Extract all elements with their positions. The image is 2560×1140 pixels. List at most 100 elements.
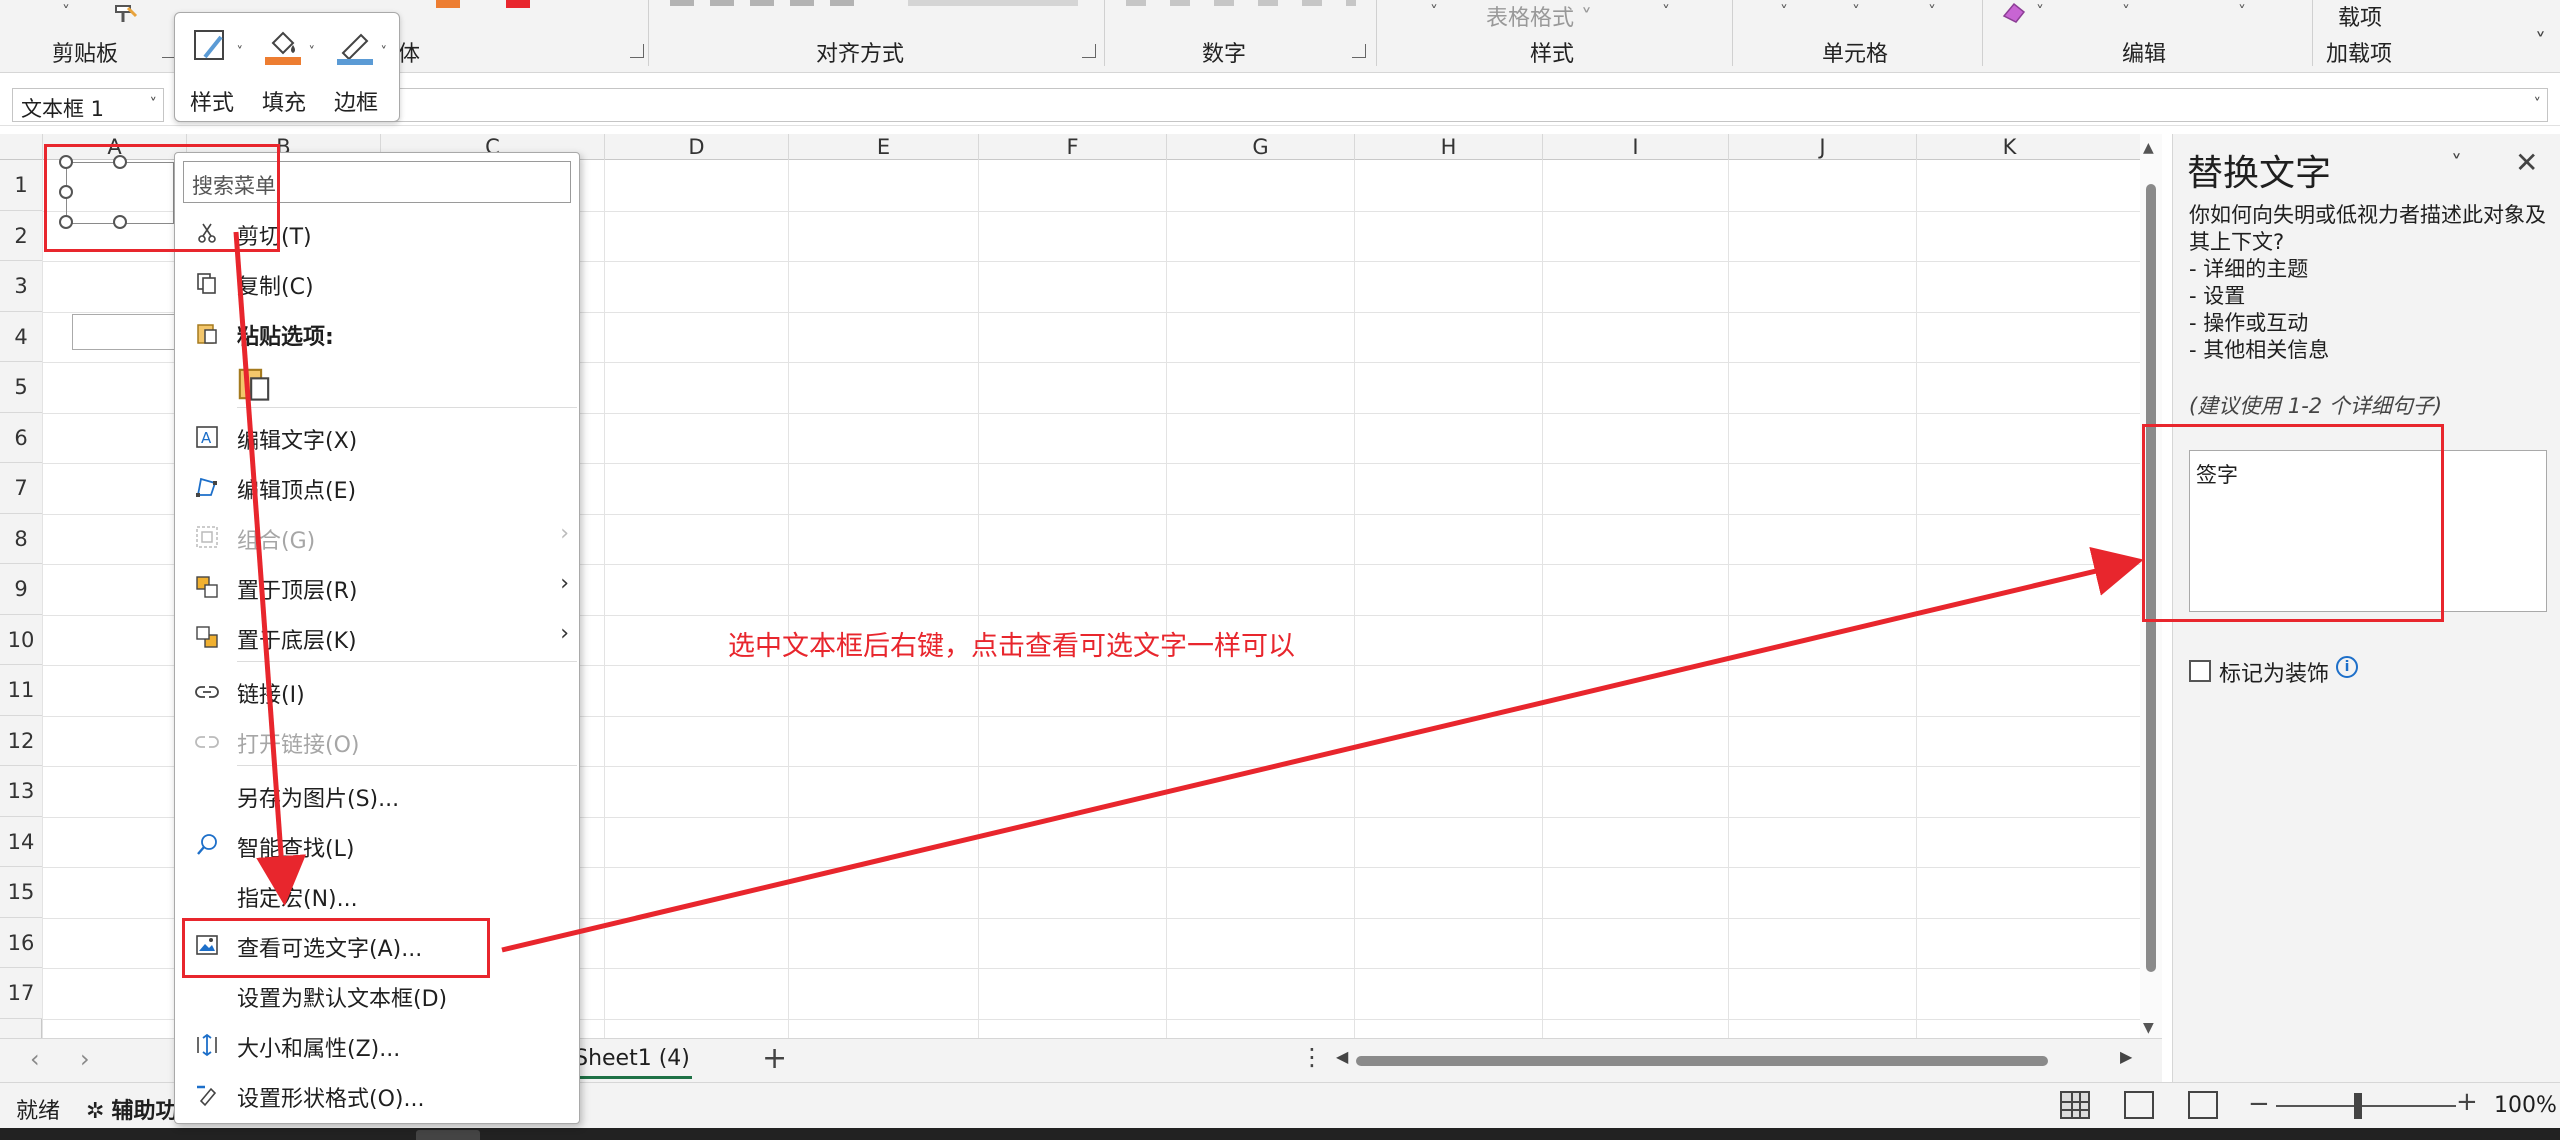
zoom-slider[interactable] <box>2276 1105 2456 1107</box>
close-icon[interactable]: ✕ <box>2515 146 2538 179</box>
row-header-6[interactable]: 6 <box>0 412 42 463</box>
row-header-15[interactable]: 15 <box>0 867 42 918</box>
format-cells-chevron[interactable]: ˅ <box>1928 2 1936 21</box>
menu-item[interactable]: 设置形状格式(O)... <box>175 1075 579 1115</box>
menu-item[interactable]: 设置为默认文本框(D) <box>175 975 579 1015</box>
zoom-out-button[interactable]: − <box>2248 1089 2270 1119</box>
ribbon-separator <box>1376 0 1377 66</box>
column-header-k[interactable]: K <box>1916 134 2102 160</box>
name-box[interactable]: 文本框 1 ˅ <box>12 88 164 122</box>
row-header-column: 1 2 3 4 5 6 7 8 9 10 11 12 13 14 15 16 17 <box>0 160 42 1038</box>
formula-input[interactable]: ˅ <box>178 88 2548 122</box>
menu-item[interactable]: 编辑顶点(E) <box>175 467 579 507</box>
scroll-up-icon[interactable]: ▲ <box>2143 140 2154 156</box>
page-layout-view-button[interactable] <box>2124 1091 2154 1119</box>
paste-dropdown-chevron[interactable]: ˅ <box>62 2 70 21</box>
menu-item[interactable]: 大小和属性(Z)... <box>175 1025 579 1065</box>
merge-center-button[interactable] <box>908 0 1078 6</box>
highlight-box-menu-item <box>182 918 490 978</box>
row-header-7[interactable]: 7 <box>0 463 42 514</box>
accessibility-status[interactable]: ✲ 辅助功 <box>86 1093 177 1125</box>
menu-item[interactable]: 复制(C) <box>175 263 579 303</box>
alignment-launcher-icon[interactable] <box>1082 44 1096 58</box>
tab-split-handle-icon[interactable]: ⋮ <box>1300 1043 1324 1071</box>
menu-item[interactable]: 置于顶层(R) › <box>175 567 579 607</box>
delete-cells-chevron[interactable]: ˅ <box>1852 2 1860 21</box>
cell-styles-chevron[interactable]: ˅ <box>1662 2 1670 21</box>
ribbon-collapse-chevron-icon[interactable]: ˅ <box>2535 30 2546 55</box>
prev-sheet-icon[interactable]: ‹ <box>30 1045 40 1073</box>
normal-view-button[interactable] <box>2060 1091 2090 1119</box>
row-header-16[interactable]: 16 <box>0 917 42 968</box>
clear-eraser-icon[interactable] <box>2000 0 2030 24</box>
sort-filter-chevron[interactable]: ˅ <box>2122 2 2130 21</box>
menu-item[interactable]: 智能查找(L) <box>175 825 579 865</box>
column-header-e[interactable]: E <box>788 134 978 160</box>
menu-item[interactable]: A 编辑文字(X) <box>175 417 579 457</box>
chevron-down-icon[interactable]: ˅ <box>150 95 158 113</box>
add-sheet-button[interactable]: + <box>762 1041 787 1076</box>
next-sheet-icon[interactable]: › <box>80 1045 90 1073</box>
addins-button-label[interactable]: 载项 <box>2338 0 2382 32</box>
scroll-down-icon[interactable]: ▼ <box>2143 1020 2154 1036</box>
zoom-level[interactable]: 100% <box>2494 1093 2557 1118</box>
menu-item-label: 另存为图片(S)... <box>237 787 400 812</box>
expand-formula-chevron-icon[interactable]: ˅ <box>2534 95 2542 113</box>
row-header-1[interactable]: 1 <box>0 160 42 211</box>
mini-style-label: 样式 <box>189 91 234 116</box>
menu-item[interactable]: 链接(I) <box>175 671 579 711</box>
horizontal-scroll-thumb[interactable] <box>1356 1056 2048 1066</box>
status-ready-text: 就绪 <box>16 1099 61 1124</box>
row-header-2[interactable]: 2 <box>0 210 42 261</box>
column-header-f[interactable]: F <box>978 134 1166 160</box>
accessibility-icon: ✲ <box>86 1099 112 1124</box>
secondary-textbox-shape[interactable] <box>72 314 182 350</box>
menu-item[interactable]: 另存为图片(S)... <box>175 775 579 815</box>
decorative-checkbox[interactable] <box>2189 660 2211 682</box>
chevron-down-icon: ˅ <box>308 45 316 60</box>
description-line: - 其他相关信息 <box>2189 338 2330 362</box>
row-header-14[interactable]: 14 <box>0 816 42 867</box>
page-break-view-button[interactable] <box>2188 1091 2218 1119</box>
grid-vline <box>788 160 789 1038</box>
scroll-right-icon[interactable]: ▶ <box>2120 1047 2132 1066</box>
row-header-4[interactable]: 4 <box>0 311 42 362</box>
zoom-in-button[interactable]: + <box>2456 1087 2478 1117</box>
row-header-8[interactable]: 8 <box>0 513 42 564</box>
format-painter-icon[interactable] <box>112 2 140 26</box>
row-header-9[interactable]: 9 <box>0 564 42 615</box>
info-icon[interactable]: i <box>2336 656 2358 678</box>
sheet-tab-active[interactable]: Sheet1 (4) <box>572 1039 692 1079</box>
clear-chevron[interactable]: ˅ <box>2036 2 2044 21</box>
pane-options-chevron-icon[interactable]: ˅ <box>2451 152 2462 177</box>
grid-vline <box>1916 160 1917 1038</box>
row-header-5[interactable]: 5 <box>0 362 42 413</box>
column-header-d[interactable]: D <box>604 134 788 160</box>
scroll-left-icon[interactable]: ◀ <box>1336 1047 1348 1066</box>
row-header-17[interactable]: 17 <box>0 968 42 1019</box>
row-header-12[interactable]: 12 <box>0 715 42 766</box>
paste-default-icon[interactable] <box>237 365 271 403</box>
row-header-3[interactable]: 3 <box>0 261 42 312</box>
column-header-g[interactable]: G <box>1166 134 1354 160</box>
conditional-format-chevron[interactable]: ˅ <box>1430 2 1438 21</box>
zoom-slider-thumb[interactable] <box>2354 1093 2362 1119</box>
column-header-h[interactable]: H <box>1354 134 1542 160</box>
column-header-i[interactable]: I <box>1542 134 1728 160</box>
menu-item: 打开链接(O) <box>175 721 579 761</box>
number-launcher-icon[interactable] <box>1352 44 1366 58</box>
mini-fill-button[interactable]: ˅ 填充 <box>251 19 317 119</box>
row-header-13[interactable]: 13 <box>0 766 42 817</box>
menu-item[interactable]: 指定宏(N)... <box>175 875 579 915</box>
row-header-10[interactable]: 10 <box>0 614 42 665</box>
format-as-table-button[interactable]: 表格格式 ˅ <box>1486 0 1592 32</box>
mini-style-button[interactable]: ˅ 样式 <box>179 19 245 119</box>
column-header-j[interactable]: J <box>1728 134 1916 160</box>
row-header-11[interactable]: 11 <box>0 665 42 716</box>
insert-cells-chevron[interactable]: ˅ <box>1780 2 1788 21</box>
menu-item[interactable]: 置于底层(K) › <box>175 617 579 657</box>
font-launcher-icon[interactable] <box>630 44 644 58</box>
group-icon <box>196 526 218 548</box>
find-select-chevron[interactable]: ˅ <box>2238 2 2246 21</box>
mini-outline-button[interactable]: ˅ 边框 <box>323 19 389 119</box>
